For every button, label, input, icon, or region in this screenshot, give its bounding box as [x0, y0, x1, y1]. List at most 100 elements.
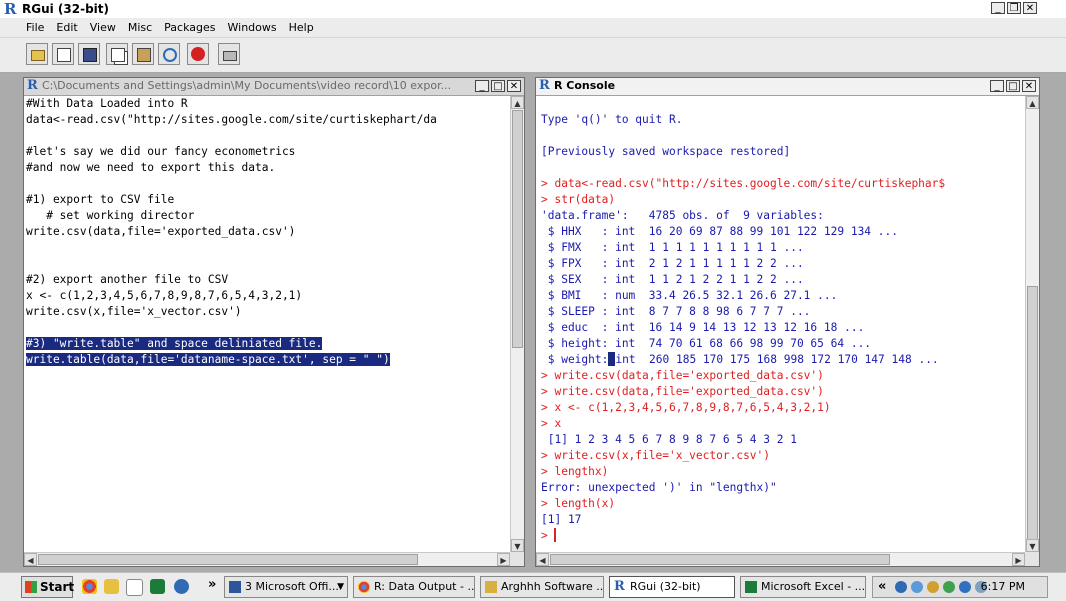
copy-button[interactable]: [106, 43, 128, 65]
script-close-button[interactable]: ✕: [507, 80, 521, 92]
scroll-left-icon[interactable]: ◀: [24, 553, 37, 566]
console-close-button[interactable]: ✕: [1022, 80, 1036, 92]
script-line: #1) export to CSV file: [26, 192, 510, 208]
script-line-text: write.csv(data,file='exported_data.csv'): [26, 225, 296, 238]
menu-help[interactable]: Help: [283, 18, 320, 37]
task-microsoft-office[interactable]: 3 Microsoft Offi... ▼: [224, 576, 348, 598]
tray-expand-chevron[interactable]: «: [878, 577, 886, 597]
console-title-bar[interactable]: R R Console _ □ ✕: [536, 78, 1039, 96]
task-arghhh-software[interactable]: Arghhh Software ...: [480, 576, 604, 598]
quick-launch-chevron[interactable]: »: [208, 577, 216, 592]
excel-icon: [745, 581, 757, 593]
console-line-text: int 260 185 170 175 168 998 172 170 147 …: [615, 353, 939, 366]
script-editor-window[interactable]: R C:\Documents and Settings\admin\My Doc…: [23, 77, 525, 567]
task-r-data-output[interactable]: R: Data Output - ...: [353, 576, 475, 598]
script-title: C:\Documents and Settings\admin\My Docum…: [42, 79, 452, 92]
console-line-text: Type 'q()' to quit R.: [541, 113, 683, 126]
console-prompt[interactable]: >: [541, 528, 1025, 544]
copy-paste-button[interactable]: [158, 43, 180, 65]
script-line: [26, 240, 510, 256]
console-line: > str(data): [541, 192, 1025, 208]
menu-view[interactable]: View: [84, 18, 122, 37]
console-line: $ weight: int 260 185 170 175 168 998 172…: [541, 352, 1025, 368]
script-editor-text[interactable]: #With Data Loaded into R data<-read.csv("…: [24, 96, 510, 552]
menu-edit[interactable]: Edit: [50, 18, 83, 37]
scroll-right-icon[interactable]: ▶: [1012, 553, 1025, 566]
shield-icon[interactable]: [911, 581, 923, 593]
scroll-up-icon[interactable]: ▲: [511, 96, 524, 109]
menu-misc[interactable]: Misc: [122, 18, 158, 37]
minimize-button[interactable]: _: [991, 2, 1005, 14]
r-logo-icon: R: [27, 78, 38, 93]
start-label: Start: [40, 580, 75, 594]
volume-icon[interactable]: [927, 581, 939, 593]
task-rgui[interactable]: R RGui (32-bit): [609, 576, 735, 598]
task-microsoft-excel[interactable]: Microsoft Excel - ...: [740, 576, 866, 598]
bluetooth-icon[interactable]: [959, 581, 971, 593]
script-vertical-scrollbar[interactable]: ▲ ▼: [510, 96, 524, 552]
restore-button[interactable]: ❐: [1007, 2, 1021, 14]
scroll-right-icon[interactable]: ▶: [497, 553, 510, 566]
script-line: write.csv(data,file='exported_data.csv'): [26, 224, 510, 240]
script-horizontal-scrollbar[interactable]: ◀ ▶: [24, 552, 510, 566]
stop-button[interactable]: [187, 43, 209, 65]
print-button[interactable]: [218, 43, 240, 65]
scroll-down-icon[interactable]: ▼: [511, 539, 524, 552]
open-script-button[interactable]: [26, 43, 48, 65]
load-workspace-button[interactable]: [52, 43, 74, 65]
scroll-thumb[interactable]: [1027, 286, 1038, 550]
script-title-bar[interactable]: R C:\Documents and Settings\admin\My Doc…: [24, 78, 524, 96]
close-button[interactable]: ✕: [1023, 2, 1037, 14]
windows-flag-icon: [25, 581, 37, 593]
script-minimize-button[interactable]: _: [475, 80, 489, 92]
console-line: > x <- c(1,2,3,4,5,6,7,8,9,8,7,6,5,4,3,2…: [541, 400, 1025, 416]
chrome-icon[interactable]: [82, 579, 97, 594]
scroll-thumb[interactable]: [38, 554, 418, 565]
scroll-up-icon[interactable]: ▲: [1026, 96, 1039, 109]
word-quick-launch-icon[interactable]: [126, 579, 143, 596]
resize-corner[interactable]: [1025, 552, 1039, 566]
paste-button[interactable]: [132, 43, 154, 65]
console-minimize-button[interactable]: _: [990, 80, 1004, 92]
console-line: $ SLEEP : int 8 7 7 8 8 98 6 7 7 7 ...: [541, 304, 1025, 320]
script-maximize-button[interactable]: □: [491, 80, 505, 92]
console-output[interactable]: Type 'q()' to quit R. [Previously saved w…: [536, 96, 1025, 552]
menu-windows[interactable]: Windows: [222, 18, 283, 37]
browser-quick-launch-icon[interactable]: [174, 579, 189, 594]
scroll-thumb[interactable]: [550, 554, 890, 565]
scroll-left-icon[interactable]: ◀: [536, 553, 549, 566]
script-line: x <- c(1,2,3,4,5,6,7,8,9,8,7,6,5,4,3,2,1…: [26, 288, 510, 304]
menu-bar: File Edit View Misc Packages Windows Hel…: [0, 18, 1066, 38]
r-console-window[interactable]: R R Console _ □ ✕ Type 'q()' to quit R. […: [535, 77, 1040, 567]
console-maximize-button[interactable]: □: [1006, 80, 1020, 92]
resize-corner[interactable]: [510, 552, 524, 566]
excel-quick-launch-icon[interactable]: [150, 579, 165, 594]
console-line-text: $ SEX : int 1 1 2 1 2 2 1 1 2 2 ...: [541, 273, 804, 286]
console-line-text: [1] 1 2 3 4 5 6 7 8 9 8 7 6 5 4 3 2 1: [541, 433, 797, 446]
console-line-text: $ educ : int 16 14 9 14 13 12 13 12 16 1…: [541, 321, 865, 334]
save-workspace-button[interactable]: [78, 43, 100, 65]
console-line: [1] 17: [541, 512, 1025, 528]
update-icon[interactable]: [943, 581, 955, 593]
r-logo-icon: R: [614, 579, 625, 594]
script-line-text: x <- c(1,2,3,4,5,6,7,8,9,8,7,6,5,4,3,2,1…: [26, 289, 303, 302]
console-line-text: $ weight:: [541, 353, 609, 366]
script-line: #and now we need to export this data.: [26, 160, 510, 176]
console-line: $ BMI : num 33.4 26.5 32.1 26.6 27.1 ...: [541, 288, 1025, 304]
taskbar: Start » 3 Microsoft Offi... ▼ R: Data Out…: [0, 572, 1066, 601]
start-button[interactable]: Start: [21, 576, 75, 598]
console-horizontal-scrollbar[interactable]: ◀ ▶: [536, 552, 1025, 566]
menu-file[interactable]: File: [0, 18, 50, 37]
network-icon[interactable]: [895, 581, 907, 593]
console-line-text: $ height: int 74 70 61 68 66 98 99 70 65…: [541, 337, 872, 350]
script-line-text: #1) export to CSV file: [26, 193, 175, 206]
console-line-text: > data<-read.csv("http://sites.google.co…: [541, 177, 946, 190]
folder-icon[interactable]: [104, 579, 119, 594]
script-line: #With Data Loaded into R: [26, 96, 510, 112]
scroll-thumb[interactable]: [512, 110, 523, 348]
input-caret: [554, 528, 557, 542]
scroll-down-icon[interactable]: ▼: [1026, 539, 1039, 552]
console-vertical-scrollbar[interactable]: ▲ ▼: [1025, 96, 1039, 552]
r-logo-icon: R: [539, 78, 550, 93]
menu-packages[interactable]: Packages: [158, 18, 221, 37]
